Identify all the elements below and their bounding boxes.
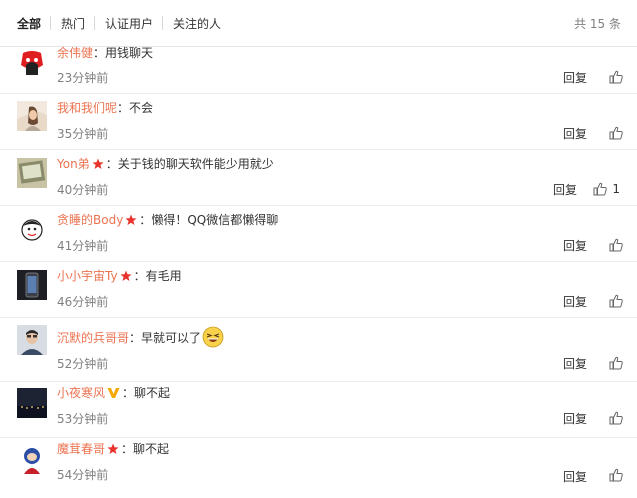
comment-item: 余伟健：用钱聊天 23分钟前 回复 <box>0 46 637 94</box>
star-badge-icon <box>107 443 119 454</box>
colon: ： <box>129 331 142 345</box>
comment-count: 共 15 条 <box>574 17 621 31</box>
like-button[interactable] <box>609 294 623 308</box>
like-button[interactable] <box>609 126 623 140</box>
comment-item: Yon弟 ：关于钱的聊天软件能少用就少 40分钟前 回复 1 <box>0 150 637 206</box>
colon: ： <box>93 46 106 60</box>
reply-button[interactable]: 回复 <box>563 410 587 427</box>
comment-text: 懒得！QQ微信都懒得聊 <box>151 213 279 227</box>
tab-hot[interactable]: 热门 <box>61 15 85 32</box>
username[interactable]: 魔茸春哥 <box>57 442 105 456</box>
username[interactable]: 我和我们呢 <box>57 101 117 115</box>
username[interactable]: 贪睡的Body <box>57 213 123 227</box>
colon: ： <box>117 101 130 115</box>
comment-item: 小夜寒风 ：聊不起 53分钟前 回复 <box>0 382 637 438</box>
reply-button[interactable]: 回复 <box>563 468 587 485</box>
timestamp: 53分钟前 <box>57 412 109 426</box>
username[interactable]: 小小宇宙Ty <box>57 269 118 283</box>
reply-button[interactable]: 回复 <box>553 181 577 198</box>
tab-divider <box>162 16 163 30</box>
reply-button[interactable]: 回复 <box>563 355 587 372</box>
tab-following[interactable]: 关注的人 <box>173 15 221 32</box>
like-button[interactable] <box>609 411 623 425</box>
thumbs-up-icon <box>609 294 623 308</box>
star-badge-icon <box>92 158 104 169</box>
thumbs-up-icon <box>609 70 623 84</box>
timestamp: 35分钟前 <box>57 127 109 141</box>
comment-item: 魔茸春哥 ：聊不起 54分钟前 回复 <box>0 438 637 498</box>
like-button[interactable] <box>609 356 623 370</box>
avatar[interactable] <box>17 325 47 355</box>
comment-item: 沉默的兵哥哥：早就可以了 52分钟前 回复 <box>0 318 637 382</box>
comment-item: 贪睡的Body ：懒得！QQ微信都懒得聊 41分钟前 回复 <box>0 206 637 262</box>
timestamp: 41分钟前 <box>57 239 109 253</box>
laughing-emoji-icon <box>202 326 224 348</box>
like-button[interactable] <box>609 70 623 84</box>
avatar[interactable] <box>17 444 47 474</box>
username[interactable]: 沉默的兵哥哥 <box>57 331 129 345</box>
thumbs-up-icon <box>593 182 608 196</box>
avatar[interactable] <box>17 101 47 131</box>
timestamp: 40分钟前 <box>57 183 109 197</box>
username[interactable]: Yon弟 <box>57 157 90 171</box>
tab-divider <box>50 16 51 30</box>
tab-verified-users[interactable]: 认证用户 <box>105 15 153 32</box>
colon: ： <box>121 442 134 456</box>
comment-item: 小小宇宙Ty ：有毛用 46分钟前 回复 <box>0 262 637 318</box>
colon: ： <box>133 269 146 283</box>
star-badge-icon <box>125 214 137 225</box>
thumbs-up-icon <box>609 356 623 370</box>
comment-text: 聊不起 <box>133 442 170 456</box>
reply-button[interactable]: 回复 <box>563 125 587 142</box>
comment-item: 我和我们呢：不会 35分钟前 回复 <box>0 94 637 150</box>
comment-text: 早就可以了 <box>141 331 202 345</box>
timestamp: 54分钟前 <box>57 468 109 482</box>
reply-button[interactable]: 回复 <box>563 293 587 310</box>
username[interactable]: 小夜寒风 <box>57 386 105 400</box>
avatar[interactable] <box>17 214 47 244</box>
thumbs-up-icon <box>609 126 623 140</box>
comment-text: 聊不起 <box>134 386 171 400</box>
like-count: 1 <box>612 182 620 196</box>
avatar[interactable] <box>17 158 47 188</box>
tab-all[interactable]: 全部 <box>17 15 41 32</box>
comment-filter-tabs: 全部 热门 认证用户 关注的人 共 15 条 <box>0 0 637 47</box>
avatar[interactable] <box>17 47 47 77</box>
reply-button[interactable]: 回复 <box>563 69 587 86</box>
thumbs-up-icon <box>609 238 623 252</box>
like-button[interactable]: 1 <box>593 182 620 196</box>
avatar[interactable] <box>17 270 47 300</box>
comment-text: 不会 <box>129 101 154 115</box>
username[interactable]: 余伟健 <box>57 46 93 60</box>
timestamp: 23分钟前 <box>57 71 109 85</box>
comment-text: 关于钱的聊天软件能少用就少 <box>117 157 274 171</box>
timestamp: 46分钟前 <box>57 295 109 309</box>
colon: ： <box>105 157 118 171</box>
like-button[interactable] <box>609 238 623 252</box>
star-badge-icon <box>120 270 132 281</box>
thumbs-up-icon <box>609 411 623 425</box>
timestamp: 52分钟前 <box>57 357 109 371</box>
comment-text: 用钱聊天 <box>105 46 154 60</box>
verified-v-badge-icon <box>107 388 120 398</box>
colon: ： <box>139 213 152 227</box>
tab-divider <box>94 16 95 30</box>
comment-text: 有毛用 <box>145 269 182 283</box>
colon: ： <box>122 386 135 400</box>
reply-button[interactable]: 回复 <box>563 237 587 254</box>
avatar[interactable] <box>17 388 47 418</box>
